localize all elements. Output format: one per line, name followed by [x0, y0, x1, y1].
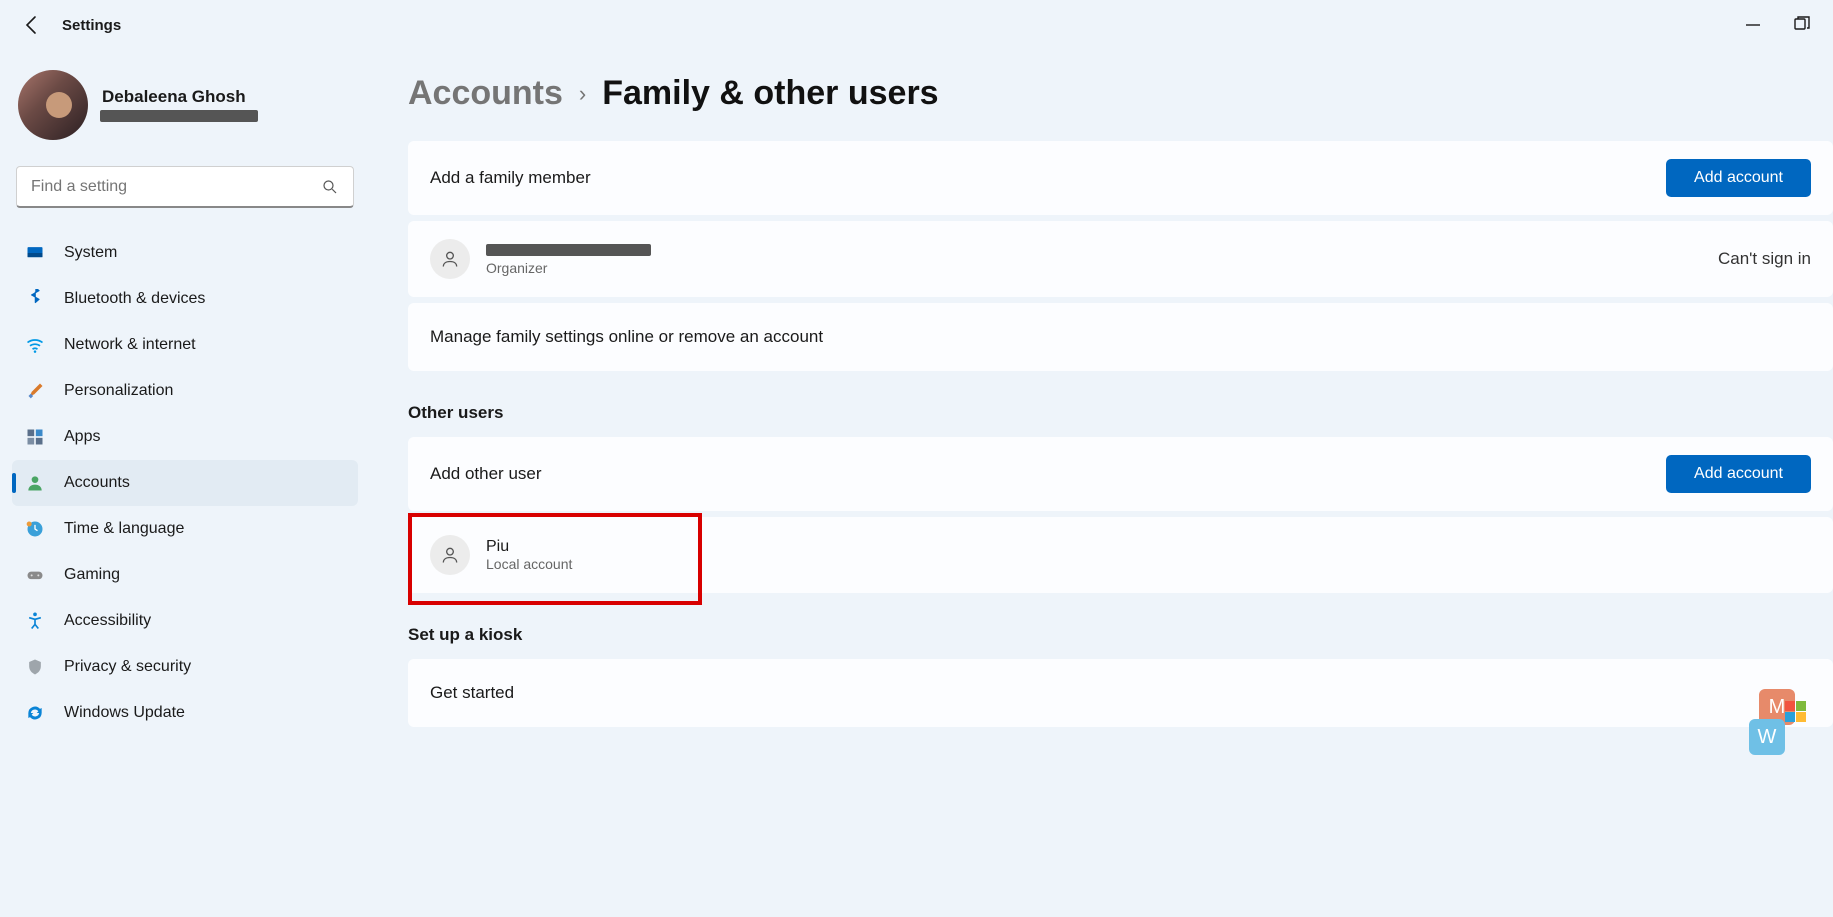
kiosk-card[interactable]: Get started [408, 659, 1833, 727]
family-member-email: redactedredactedredm [486, 242, 666, 260]
family-member-status: Can't sign in [1718, 249, 1811, 269]
accessibility-icon [24, 610, 46, 632]
kiosk-heading: Set up a kiosk [408, 625, 1833, 645]
titlebar: Settings [0, 0, 1833, 50]
manage-family-label: Manage family settings online or remove … [430, 327, 823, 347]
avatar [18, 70, 88, 140]
breadcrumb-parent[interactable]: Accounts [408, 74, 563, 113]
arrow-left-icon [20, 13, 44, 37]
sidebar-item-accounts[interactable]: Accounts [12, 460, 358, 506]
sidebar-item-update[interactable]: Windows Update [12, 690, 358, 736]
system-icon [24, 242, 46, 264]
kiosk-get-started-label: Get started [430, 683, 514, 703]
person-icon [430, 239, 470, 279]
other-user-name: Piu [486, 538, 572, 556]
sidebar-item-gaming[interactable]: Gaming [12, 552, 358, 598]
brush-icon [24, 380, 46, 402]
sidebar-item-label: Accounts [64, 474, 130, 492]
profile-name: Debaleena Ghosh [102, 87, 258, 107]
sidebar-item-label: Time & language [64, 520, 184, 538]
nav: System Bluetooth & devices Network & int… [12, 230, 358, 736]
page-title: Family & other users [602, 74, 938, 113]
profile-email: dredactedredactedredam [102, 107, 258, 123]
sidebar-item-label: Privacy & security [64, 658, 191, 676]
maximize-icon [1789, 13, 1813, 37]
other-user-type: Local account [486, 556, 572, 572]
sidebar-item-accessibility[interactable]: Accessibility [12, 598, 358, 644]
update-icon [24, 702, 46, 724]
app-title: Settings [62, 17, 121, 34]
sidebar-item-label: Accessibility [64, 612, 151, 630]
sidebar-item-label: Bluetooth & devices [64, 290, 205, 308]
sidebar-item-label: Personalization [64, 382, 173, 400]
add-family-card: Add a family member Add account [408, 141, 1833, 215]
sidebar-item-label: Network & internet [64, 336, 196, 354]
add-other-user-label: Add other user [430, 464, 542, 484]
add-family-account-button[interactable]: Add account [1666, 159, 1811, 197]
breadcrumb: Accounts › Family & other users [408, 74, 1833, 113]
profile-block[interactable]: Debaleena Ghosh dredactedredactedredam [12, 70, 358, 158]
sidebar-item-personalization[interactable]: Personalization [12, 368, 358, 414]
shield-icon [24, 656, 46, 678]
maximize-button[interactable] [1789, 13, 1813, 37]
manage-family-card[interactable]: Manage family settings online or remove … [408, 303, 1833, 371]
search-icon [321, 178, 339, 196]
search-input[interactable] [31, 178, 321, 196]
back-button[interactable] [20, 13, 44, 37]
sidebar-item-label: Apps [64, 428, 100, 446]
windows-icon [1785, 701, 1807, 723]
sidebar-item-label: System [64, 244, 117, 262]
watermark-logo: M W [1749, 689, 1795, 755]
search-input-wrap[interactable] [16, 166, 354, 208]
watermark-w-tile: W [1749, 719, 1785, 755]
sidebar-item-system[interactable]: System [12, 230, 358, 276]
minimize-button[interactable] [1741, 13, 1765, 37]
bluetooth-icon [24, 288, 46, 310]
sidebar-item-privacy[interactable]: Privacy & security [12, 644, 358, 690]
sidebar-item-network[interactable]: Network & internet [12, 322, 358, 368]
clock-icon [24, 518, 46, 540]
sidebar-item-label: Gaming [64, 566, 120, 584]
other-users-heading: Other users [408, 403, 1833, 423]
sidebar-item-apps[interactable]: Apps [12, 414, 358, 460]
apps-icon [24, 426, 46, 448]
add-other-user-card: Add other user Add account [408, 437, 1833, 511]
main-content: Accounts › Family & other users Add a fa… [370, 50, 1833, 917]
family-member-card[interactable]: redactedredactedredm Organizer Can't sig… [408, 221, 1833, 297]
person-icon [430, 535, 470, 575]
add-other-account-button[interactable]: Add account [1666, 455, 1811, 493]
minimize-icon [1741, 13, 1765, 37]
sidebar: Debaleena Ghosh dredactedredactedredam S… [0, 50, 370, 917]
sidebar-item-bluetooth[interactable]: Bluetooth & devices [12, 276, 358, 322]
family-member-role: Organizer [486, 260, 666, 276]
other-user-card[interactable]: Piu Local account [408, 517, 1833, 593]
chevron-right-icon: › [579, 81, 586, 107]
sidebar-item-label: Windows Update [64, 704, 185, 722]
wifi-icon [24, 334, 46, 356]
gamepad-icon [24, 564, 46, 586]
add-family-label: Add a family member [430, 168, 591, 188]
sidebar-item-time[interactable]: Time & language [12, 506, 358, 552]
person-icon [24, 472, 46, 494]
